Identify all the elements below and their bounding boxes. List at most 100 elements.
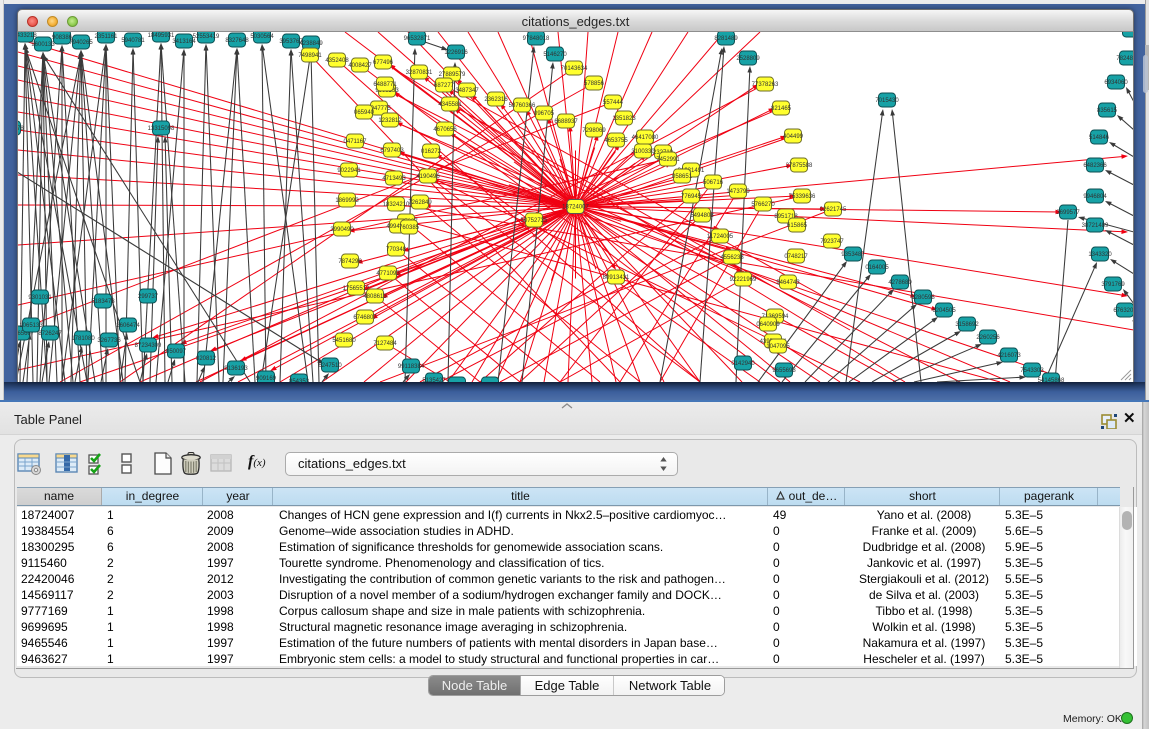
svg-text:4713493: 4713493 xyxy=(382,176,406,182)
svg-text:3990490: 3990490 xyxy=(330,227,354,233)
svg-text:4190496: 4190496 xyxy=(416,174,440,180)
svg-text:70143634: 70143634 xyxy=(561,66,588,72)
svg-text:27875588: 27875588 xyxy=(786,163,813,169)
svg-text:016272: 016272 xyxy=(421,149,442,155)
svg-text:1351823: 1351823 xyxy=(612,116,636,122)
svg-text:9353487: 9353487 xyxy=(841,252,865,258)
svg-text:506716: 506716 xyxy=(703,180,724,186)
svg-text:7824896: 7824896 xyxy=(1116,56,1134,62)
svg-text:0640909: 0640909 xyxy=(756,322,780,328)
svg-text:6934060: 6934060 xyxy=(1104,80,1128,86)
svg-text:2351161: 2351161 xyxy=(95,34,119,40)
svg-text:96532871: 96532871 xyxy=(404,36,431,42)
svg-text:5766270: 5766270 xyxy=(751,202,775,208)
svg-text:7127484: 7127484 xyxy=(373,341,397,347)
svg-text:615865: 615865 xyxy=(787,223,808,229)
svg-text:7498941: 7498941 xyxy=(298,53,322,59)
svg-text:2528809: 2528809 xyxy=(736,56,760,62)
svg-text:5940781: 5940781 xyxy=(121,38,145,44)
svg-text:1473799: 1473799 xyxy=(726,189,750,195)
svg-text:2260256: 2260256 xyxy=(976,335,1000,341)
svg-text:9301031: 9301031 xyxy=(28,295,52,301)
svg-text:4238849: 4238849 xyxy=(299,41,323,47)
svg-text:677496: 677496 xyxy=(373,60,394,66)
svg-text:4808613: 4808613 xyxy=(363,294,387,300)
svg-text:6482366: 6482366 xyxy=(1083,163,1107,169)
svg-text:4216073: 4216073 xyxy=(997,353,1021,359)
svg-text:4278680: 4278680 xyxy=(888,280,912,286)
svg-text:4556238: 4556238 xyxy=(720,255,744,261)
svg-text:050097: 050097 xyxy=(166,349,187,355)
svg-text:5146270: 5146270 xyxy=(543,52,567,58)
svg-text:4345581: 4345581 xyxy=(438,102,462,108)
svg-text:1869993: 1869993 xyxy=(335,198,359,204)
svg-text:6488771: 6488771 xyxy=(373,82,397,88)
svg-text:80913431: 80913431 xyxy=(603,275,630,281)
svg-text:97848018: 97848018 xyxy=(523,36,550,42)
svg-text:38721489: 38721489 xyxy=(1082,223,1109,229)
svg-text:9136193: 9136193 xyxy=(224,366,248,372)
svg-text:1226916: 1226916 xyxy=(444,50,468,56)
svg-text:514846: 514846 xyxy=(1089,135,1110,141)
svg-text:3699577: 3699577 xyxy=(1056,210,1080,216)
svg-text:854353: 854353 xyxy=(289,379,310,382)
svg-text:065940: 065940 xyxy=(354,110,375,116)
svg-text:299737: 299737 xyxy=(138,294,159,300)
svg-text:46417080: 46417080 xyxy=(632,135,659,141)
svg-text:4771093: 4771093 xyxy=(376,271,400,277)
svg-text:058651: 058651 xyxy=(672,174,693,180)
svg-text:909169: 909169 xyxy=(256,376,277,382)
svg-text:7298069: 7298069 xyxy=(582,128,606,134)
svg-text:6763201: 6763201 xyxy=(1113,308,1134,314)
svg-text:54145868: 54145868 xyxy=(1038,378,1065,382)
svg-text:3100330: 3100330 xyxy=(631,149,655,155)
svg-text:0748217: 0748217 xyxy=(784,254,808,260)
svg-text:096705: 096705 xyxy=(534,111,555,117)
svg-text:5494808: 5494808 xyxy=(690,213,714,219)
svg-text:3267736: 3267736 xyxy=(97,338,121,344)
svg-text:7543303: 7543303 xyxy=(1020,368,1044,374)
svg-text:7940265: 7940265 xyxy=(69,40,93,46)
svg-text:835615: 835615 xyxy=(1097,108,1118,114)
svg-text:52553419: 52553419 xyxy=(193,34,220,40)
svg-text:0142940: 0142940 xyxy=(731,361,755,367)
svg-text:6247510: 6247510 xyxy=(318,363,342,369)
svg-text:11724005: 11724005 xyxy=(707,234,734,240)
svg-text:02621745: 02621745 xyxy=(820,207,847,213)
svg-text:1232812: 1232812 xyxy=(378,118,402,124)
svg-text:1047095: 1047095 xyxy=(766,344,790,350)
svg-text:1781080: 1781080 xyxy=(71,336,95,342)
svg-text:9946804: 9946804 xyxy=(1083,194,1107,200)
svg-text:7262849: 7262849 xyxy=(408,200,432,206)
svg-text:8726247: 8726247 xyxy=(38,331,62,337)
svg-text:17565512: 17565512 xyxy=(343,286,370,292)
svg-text:0471167: 0471167 xyxy=(344,139,368,145)
svg-text:75339636: 75339636 xyxy=(789,194,816,200)
svg-text:9655698: 9655698 xyxy=(772,368,796,374)
svg-text:18724007: 18724007 xyxy=(562,205,589,211)
svg-text:770348: 770348 xyxy=(386,247,407,253)
svg-text:3791769: 3791769 xyxy=(1101,282,1125,288)
svg-text:3487347: 3487347 xyxy=(455,88,479,94)
svg-text:5451680: 5451680 xyxy=(332,338,356,344)
svg-text:9022941: 9022941 xyxy=(337,168,361,174)
svg-text:18495931: 18495931 xyxy=(148,33,175,39)
svg-text:5135427: 5135427 xyxy=(422,378,446,382)
svg-text:1343320: 1343320 xyxy=(1088,252,1112,258)
svg-text:6688937: 6688937 xyxy=(554,119,578,125)
svg-text:9464743: 9464743 xyxy=(776,280,800,286)
svg-text:58760366: 58760366 xyxy=(509,103,536,109)
svg-text:77378263: 77378263 xyxy=(752,82,779,88)
svg-text:0433218: 0433218 xyxy=(18,33,37,39)
svg-text:87234309: 87234309 xyxy=(135,343,162,349)
svg-text:760385: 760385 xyxy=(399,225,420,231)
svg-text:404499: 404499 xyxy=(783,134,804,140)
svg-text:578856: 578856 xyxy=(584,81,605,87)
svg-text:32870831: 32870831 xyxy=(406,70,433,76)
svg-text:687277: 687277 xyxy=(434,83,455,89)
svg-text:0164005: 0164005 xyxy=(865,265,889,271)
svg-text:557444: 557444 xyxy=(603,100,624,106)
svg-text:4653755: 4653755 xyxy=(604,138,628,144)
svg-text:821465: 821465 xyxy=(771,106,792,112)
svg-text:6204505: 6204505 xyxy=(932,308,956,314)
